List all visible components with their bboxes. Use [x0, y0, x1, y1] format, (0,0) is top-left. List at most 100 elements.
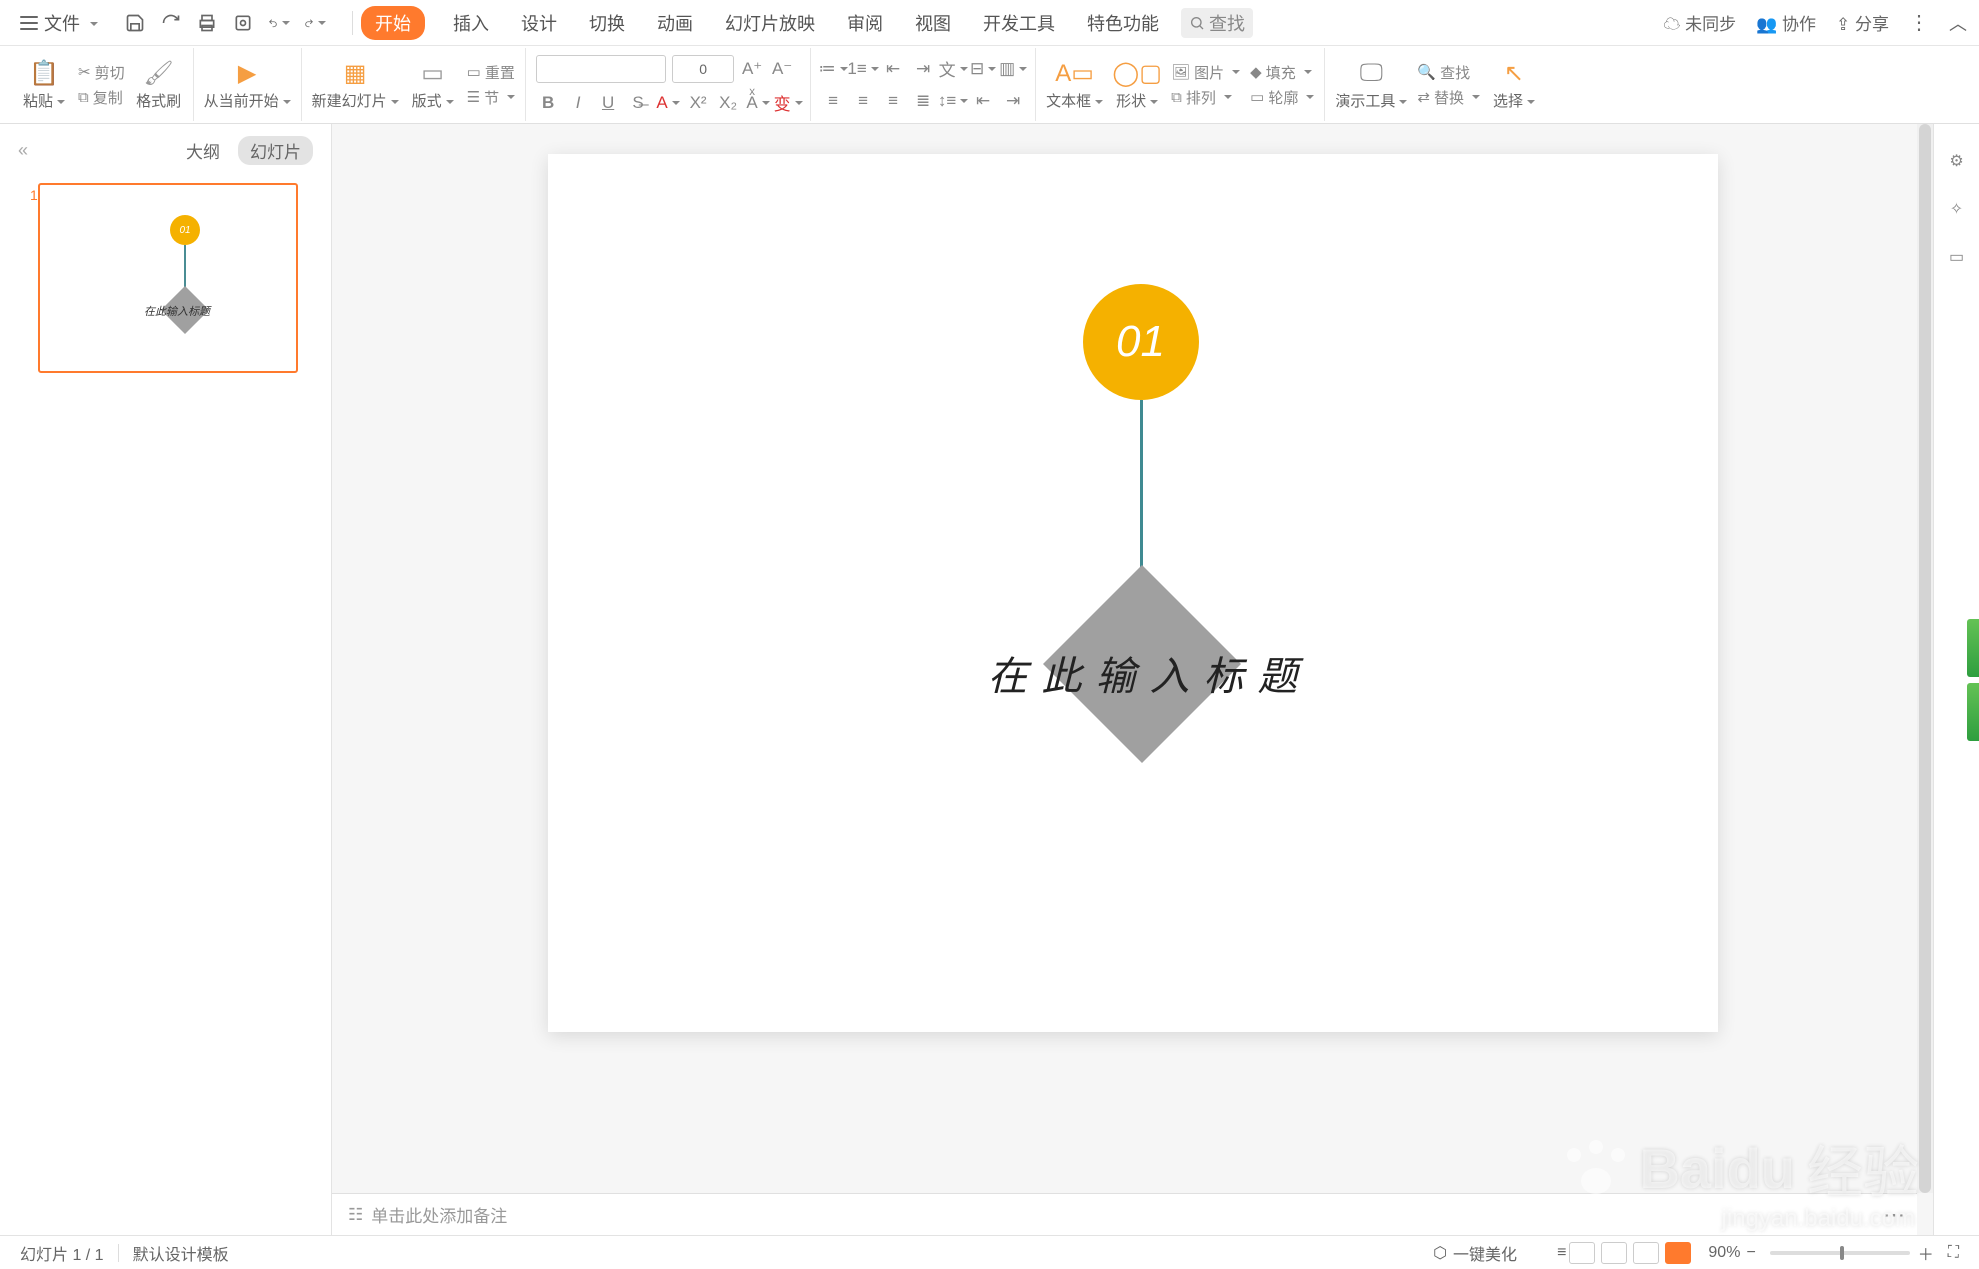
- decrease-font-icon[interactable]: A⁻: [770, 57, 794, 81]
- template-rail-icon[interactable]: ▭: [1946, 246, 1968, 268]
- shape-button[interactable]: ◯▢ 形状: [1113, 58, 1161, 111]
- align-right-icon[interactable]: ≡: [881, 89, 905, 113]
- text-direction-icon[interactable]: 文: [941, 57, 965, 81]
- cut-button[interactable]: ✂ 剪切: [78, 62, 125, 83]
- clear-format-icon[interactable]: Aͯ: [746, 91, 770, 115]
- notes-toggle-icon[interactable]: ≡: [1557, 1244, 1566, 1262]
- print-preview-icon[interactable]: [232, 12, 254, 34]
- slideshow-view-icon[interactable]: [1665, 1242, 1691, 1264]
- beautify-button[interactable]: ⬡ 一键美化: [1433, 1241, 1517, 1265]
- collapse-panel-icon[interactable]: «: [18, 140, 28, 161]
- bold-icon[interactable]: B: [536, 91, 560, 115]
- slide-thumbnail-1[interactable]: 1 01 在此输入标题: [0, 175, 331, 381]
- bullets-icon[interactable]: ≔: [821, 57, 845, 81]
- textbox-button[interactable]: A▭ 文本框: [1046, 58, 1103, 111]
- new-slide-button[interactable]: ▦ 新建幻灯片: [312, 58, 399, 111]
- paste-button[interactable]: 📋 粘贴: [20, 58, 68, 111]
- tab-transition[interactable]: 切换: [585, 4, 629, 42]
- fill-button[interactable]: ◆ 填充: [1250, 62, 1314, 83]
- reset-button[interactable]: ▭ 重置: [467, 62, 515, 83]
- file-menu[interactable]: 文件: [12, 6, 106, 40]
- save-icon[interactable]: [124, 12, 146, 34]
- star-rail-icon[interactable]: ✧: [1946, 198, 1968, 220]
- section-button[interactable]: ☰ 节: [467, 87, 515, 108]
- decrease-indent-icon[interactable]: ⇤: [881, 57, 905, 81]
- scroll-thumb[interactable]: [1919, 124, 1931, 1193]
- redo-icon[interactable]: [304, 12, 326, 34]
- canvas-area[interactable]: 01 在此输入标题: [332, 124, 1933, 1235]
- picture-button[interactable]: 🖼 图片: [1171, 62, 1240, 83]
- notes-bar[interactable]: ☷ 单击此处添加备注 ⋯: [332, 1193, 1917, 1235]
- increase-font-icon[interactable]: A⁺: [740, 57, 764, 81]
- underline-icon[interactable]: U: [596, 91, 620, 115]
- presenter-tools-button[interactable]: 🖵 演示工具: [1335, 58, 1407, 111]
- line-spacing-icon[interactable]: ↕≡: [941, 89, 965, 113]
- pinyin-icon[interactable]: 变: [776, 91, 800, 115]
- slides-tab[interactable]: 幻灯片: [238, 136, 313, 165]
- collapse-ribbon-icon[interactable]: ︿: [1949, 10, 1967, 36]
- columns-icon[interactable]: ▥: [1001, 57, 1025, 81]
- outline-button[interactable]: ▭ 轮廓: [1250, 87, 1314, 108]
- slide-counter: 幻灯片 1 / 1: [20, 1241, 104, 1265]
- increase-indent-icon[interactable]: ⇥: [911, 57, 935, 81]
- layout-button[interactable]: ▭ 版式: [409, 58, 457, 111]
- sync-status[interactable]: ☁ 未同步: [1663, 10, 1736, 35]
- zoom-in-icon[interactable]: ＋: [1918, 1241, 1934, 1265]
- italic-icon[interactable]: I: [566, 91, 590, 115]
- more-icon[interactable]: ⋮: [1909, 10, 1929, 35]
- tab-slideshow[interactable]: 幻灯片放映: [721, 4, 819, 42]
- tab-animation[interactable]: 动画: [653, 4, 697, 42]
- replace-button[interactable]: ⇄ 替换: [1417, 87, 1480, 108]
- search-box[interactable]: 查找: [1181, 8, 1253, 38]
- settings-rail-icon[interactable]: ⚙: [1946, 150, 1968, 172]
- print-icon[interactable]: [196, 12, 218, 34]
- fit-screen-icon[interactable]: ⛶: [1948, 1244, 1959, 1262]
- zoom-handle[interactable]: [1840, 1246, 1844, 1260]
- numbering-icon[interactable]: 1≡: [851, 57, 875, 81]
- collab-button[interactable]: 👥 协作: [1756, 10, 1816, 35]
- zoom-out-icon[interactable]: −: [1746, 1244, 1755, 1262]
- tab-design[interactable]: 设计: [517, 4, 561, 42]
- tab-view[interactable]: 视图: [911, 4, 955, 42]
- font-color-icon[interactable]: A: [656, 91, 680, 115]
- font-family-select[interactable]: [536, 55, 666, 83]
- indent-left-icon[interactable]: ⇤: [971, 89, 995, 113]
- tab-insert[interactable]: 插入: [449, 4, 493, 42]
- align-center-icon[interactable]: ≡: [851, 89, 875, 113]
- template-name: 默认设计模板: [133, 1241, 229, 1265]
- zoom-value[interactable]: 90%: [1708, 1244, 1740, 1262]
- vertical-scrollbar[interactable]: [1917, 124, 1933, 1193]
- indent-right-icon[interactable]: ⇥: [1001, 89, 1025, 113]
- undo-icon[interactable]: [268, 12, 290, 34]
- align-left-icon[interactable]: ≡: [821, 89, 845, 113]
- format-painter-button[interactable]: 🖌 格式刷: [135, 58, 183, 111]
- feedback-tabs[interactable]: [1967, 619, 1979, 741]
- font-size-select[interactable]: 0: [672, 55, 734, 83]
- notes-more-icon[interactable]: ⋯: [1883, 1202, 1907, 1228]
- slide-title-text[interactable]: 在此输入标题: [988, 644, 1312, 702]
- tab-special[interactable]: 特色功能: [1083, 4, 1163, 42]
- chevron-down-icon: [86, 12, 98, 33]
- slide-circle-shape[interactable]: 01: [1083, 284, 1199, 400]
- align-text-icon[interactable]: ⊟: [971, 57, 995, 81]
- tab-review[interactable]: 审阅: [843, 4, 887, 42]
- tab-developer[interactable]: 开发工具: [979, 4, 1059, 42]
- tab-home[interactable]: 开始: [361, 6, 425, 40]
- play-from-current-button[interactable]: ▶ 从当前开始: [204, 58, 291, 111]
- strike-icon[interactable]: S̶: [626, 91, 650, 115]
- share-button[interactable]: ⇪ 分享: [1836, 10, 1889, 35]
- outline-tab[interactable]: 大纲: [186, 138, 220, 163]
- reading-view-icon[interactable]: [1633, 1242, 1659, 1264]
- refresh-icon[interactable]: [160, 12, 182, 34]
- select-button[interactable]: ↖ 选择: [1490, 58, 1538, 111]
- normal-view-icon[interactable]: [1569, 1242, 1595, 1264]
- zoom-slider[interactable]: [1770, 1251, 1910, 1255]
- superscript-icon[interactable]: X²: [686, 91, 710, 115]
- arrange-button[interactable]: ⧉ 排列: [1171, 87, 1240, 108]
- copy-button[interactable]: ⧉ 复制: [78, 87, 125, 108]
- find-button[interactable]: 🔍 查找: [1417, 62, 1480, 83]
- slide-canvas[interactable]: 01 在此输入标题: [548, 154, 1718, 1032]
- justify-icon[interactable]: ≣: [911, 89, 935, 113]
- subscript-icon[interactable]: X₂: [716, 91, 740, 115]
- sorter-view-icon[interactable]: [1601, 1242, 1627, 1264]
